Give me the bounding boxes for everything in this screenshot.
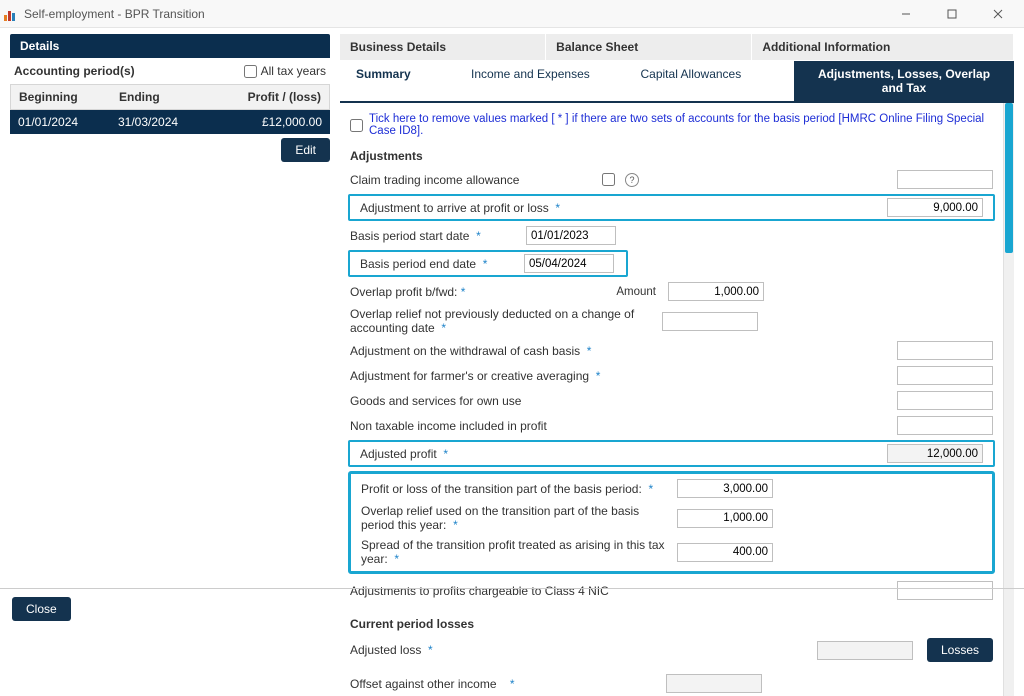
farmers-label: Adjustment for farmer's or creative aver…	[350, 369, 891, 383]
basis-end-label: Basis period end date *	[360, 257, 518, 271]
cell-ending: 31/03/2024	[110, 110, 210, 134]
claim-trading-allowance-checkbox[interactable]	[602, 173, 615, 186]
overlap-bfwd-field[interactable]	[668, 282, 764, 301]
scrollbar-thumb[interactable]	[1005, 103, 1013, 253]
details-header: Details	[10, 34, 330, 58]
adjustment-arrive-field[interactable]	[887, 198, 983, 217]
basis-start-label: Basis period start date *	[350, 229, 520, 243]
overlap-not-deducted-field[interactable]	[662, 312, 758, 331]
sub-tabs: Summary Income and Expenses Capital Allo…	[340, 61, 1014, 103]
adjusted-profit-label: Adjusted profit *	[360, 447, 881, 461]
overlap-not-deducted-label: Overlap relief not previously deducted o…	[350, 307, 650, 335]
accounting-periods-label: Accounting period(s)	[14, 64, 135, 78]
amount-label: Amount	[606, 286, 656, 298]
minimize-button[interactable]	[884, 3, 928, 25]
close-window-button[interactable]	[976, 3, 1020, 25]
col-profit-loss: Profit / (loss)	[211, 85, 329, 109]
subtab-adjustments[interactable]: Adjustments, Losses, Overlap and Tax	[794, 61, 1014, 101]
transition-pl-field[interactable]	[677, 479, 773, 498]
transition-group: Profit or loss of the transition part of…	[348, 471, 995, 574]
window-titlebar: Self-employment - BPR Transition	[0, 0, 1024, 28]
offset-label: Offset against other income *	[350, 677, 660, 691]
claim-trading-allowance-label: Claim trading income allowance	[350, 173, 596, 187]
cell-beginning: 01/01/2024	[10, 110, 110, 134]
all-tax-years-label: All tax years	[261, 64, 326, 78]
subtab-summary[interactable]: Summary	[340, 61, 455, 101]
subtab-income-expenses[interactable]: Income and Expenses	[455, 61, 625, 101]
adjustment-arrive-label: Adjustment to arrive at profit or loss *	[360, 201, 881, 215]
transition-pl-label: Profit or loss of the transition part of…	[361, 482, 671, 496]
offset-field	[666, 674, 762, 693]
periods-grid-header: Beginning Ending Profit / (loss)	[10, 84, 330, 110]
tab-balance-sheet[interactable]: Balance Sheet	[546, 34, 752, 60]
basis-end-field[interactable]	[524, 254, 614, 273]
overlap-transition-label: Overlap relief used on the transition pa…	[361, 504, 671, 532]
details-panel: Details Accounting period(s) All tax yea…	[10, 34, 330, 588]
period-row[interactable]: 01/01/2024 31/03/2024 £12,000.00	[10, 110, 330, 134]
all-tax-years-checkbox[interactable]	[244, 65, 257, 78]
window-title: Self-employment - BPR Transition	[24, 7, 205, 21]
overlap-transition-field[interactable]	[677, 509, 773, 528]
goods-field[interactable]	[897, 391, 993, 410]
main-panel: Business Details Balance Sheet Additiona…	[340, 34, 1014, 588]
cell-profit-loss: £12,000.00	[210, 110, 330, 134]
claim-trading-allowance-field[interactable]	[897, 170, 993, 189]
help-icon[interactable]: ?	[625, 173, 639, 187]
app-logo-icon	[4, 7, 18, 21]
adjusted-loss-field	[817, 641, 913, 660]
non-taxable-label: Non taxable income included in profit	[350, 419, 891, 433]
losses-button[interactable]: Losses	[927, 638, 993, 662]
non-taxable-field[interactable]	[897, 416, 993, 435]
tick-remove-values-checkbox[interactable]	[350, 119, 363, 132]
spread-label: Spread of the transition profit treated …	[361, 538, 671, 566]
overlap-bfwd-label: Overlap profit b/fwd: *	[350, 285, 600, 299]
spread-field[interactable]	[677, 543, 773, 562]
close-button[interactable]: Close	[12, 597, 71, 621]
maximize-button[interactable]	[930, 3, 974, 25]
withdrawal-cash-label: Adjustment on the withdrawal of cash bas…	[350, 344, 891, 358]
col-beginning: Beginning	[11, 85, 111, 109]
tab-additional-info[interactable]: Additional Information	[752, 34, 1014, 60]
section-adjustments-header: Adjustments	[340, 145, 1003, 167]
adjusted-loss-label: Adjusted loss *	[350, 643, 811, 657]
tick-remove-values-label: Tick here to remove values marked [ * ] …	[369, 113, 993, 137]
adjusted-profit-field	[887, 444, 983, 463]
edit-button[interactable]: Edit	[281, 138, 330, 162]
farmers-field[interactable]	[897, 366, 993, 385]
tab-business-details[interactable]: Business Details	[340, 34, 546, 60]
goods-label: Goods and services for own use	[350, 394, 891, 408]
withdrawal-cash-field[interactable]	[897, 341, 993, 360]
col-ending: Ending	[111, 85, 211, 109]
subtab-capital-allowances[interactable]: Capital Allowances	[625, 61, 795, 101]
top-tabs: Business Details Balance Sheet Additiona…	[340, 34, 1014, 61]
basis-start-field[interactable]	[526, 226, 616, 245]
